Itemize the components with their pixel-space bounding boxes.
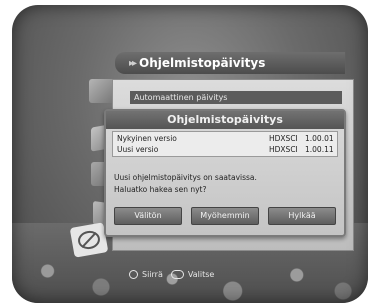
new-version-model: HDXSCI [269, 145, 298, 154]
move-key-icon [129, 269, 138, 279]
tv-screen: ▸▸ Ohjelmistopäivitys Automaattinen päiv… [12, 5, 368, 303]
reject-button[interactable]: Hylkää [268, 207, 336, 225]
menu-item-automatic-update[interactable]: Automaattinen päivitys [130, 91, 342, 104]
current-version-number: 1.00.01 [305, 134, 334, 143]
update-later-button[interactable]: Myöhemmin [191, 207, 259, 225]
dialog-message-line2: Haluatko hakea sen nyt? [114, 185, 207, 194]
dialog-message-line1: Uusi ohjelmistopäivitys on saatavissa. [114, 173, 257, 182]
menu-header: ▸▸ Ohjelmistopäivitys [115, 52, 345, 74]
new-version-number: 1.00.11 [305, 145, 334, 154]
version-info-box: Nykyinen versio HDXSCI 1.00.01 Uusi vers… [112, 131, 338, 157]
hint-move-label: Siirrä [142, 269, 163, 279]
ok-key-icon [170, 269, 184, 279]
update-dialog: Ohjelmistopäivitys Nykyinen versio HDXSC… [104, 109, 346, 237]
dialog-title: Ohjelmistopäivitys [106, 111, 344, 129]
navigation-hint: Siirrä Valitse [129, 267, 214, 281]
brand-logo-icon [69, 222, 109, 258]
current-version-model: HDXSCI [269, 134, 298, 143]
hint-select-label: Valitse [187, 269, 215, 279]
update-now-button[interactable]: Välitön [114, 207, 182, 225]
header-title: Ohjelmistopäivitys [139, 56, 266, 70]
new-version-label: Uusi versio [117, 145, 159, 154]
current-version-label: Nykyinen versio [117, 134, 177, 143]
header-arrows-icon: ▸▸ [129, 57, 137, 69]
